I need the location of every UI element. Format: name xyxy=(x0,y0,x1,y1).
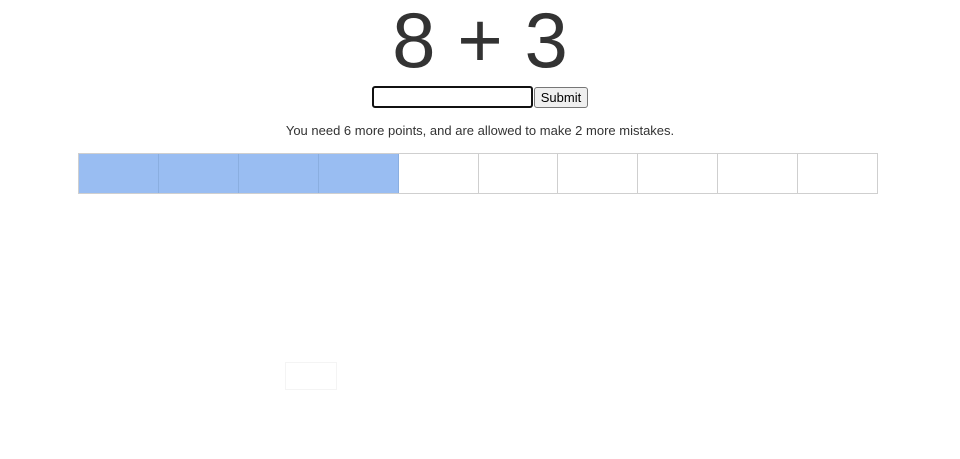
progress-cell-filled xyxy=(318,154,399,193)
faint-box xyxy=(285,362,337,390)
progress-cell-empty xyxy=(558,154,639,193)
progress-cell-empty xyxy=(718,154,799,193)
progress-cell-empty xyxy=(798,154,878,193)
progress-cell-filled xyxy=(238,154,319,193)
progress-cell-filled xyxy=(158,154,239,193)
status-message: You need 6 more points, and are allowed … xyxy=(285,123,675,138)
answer-input[interactable] xyxy=(371,86,533,108)
progress-cell-empty xyxy=(398,154,479,193)
answer-row: Submit xyxy=(0,86,960,108)
progress-cell-empty xyxy=(638,154,719,193)
faint-background-controls xyxy=(285,362,337,390)
math-problem: 8 + 3 xyxy=(392,0,568,84)
progress-bar xyxy=(78,153,878,194)
progress-cell-filled xyxy=(79,154,159,193)
game-stage: 8 + 3 Submit You need 6 more points, and… xyxy=(0,0,960,459)
progress-cell-empty xyxy=(478,154,559,193)
submit-button[interactable]: Submit xyxy=(533,86,589,108)
